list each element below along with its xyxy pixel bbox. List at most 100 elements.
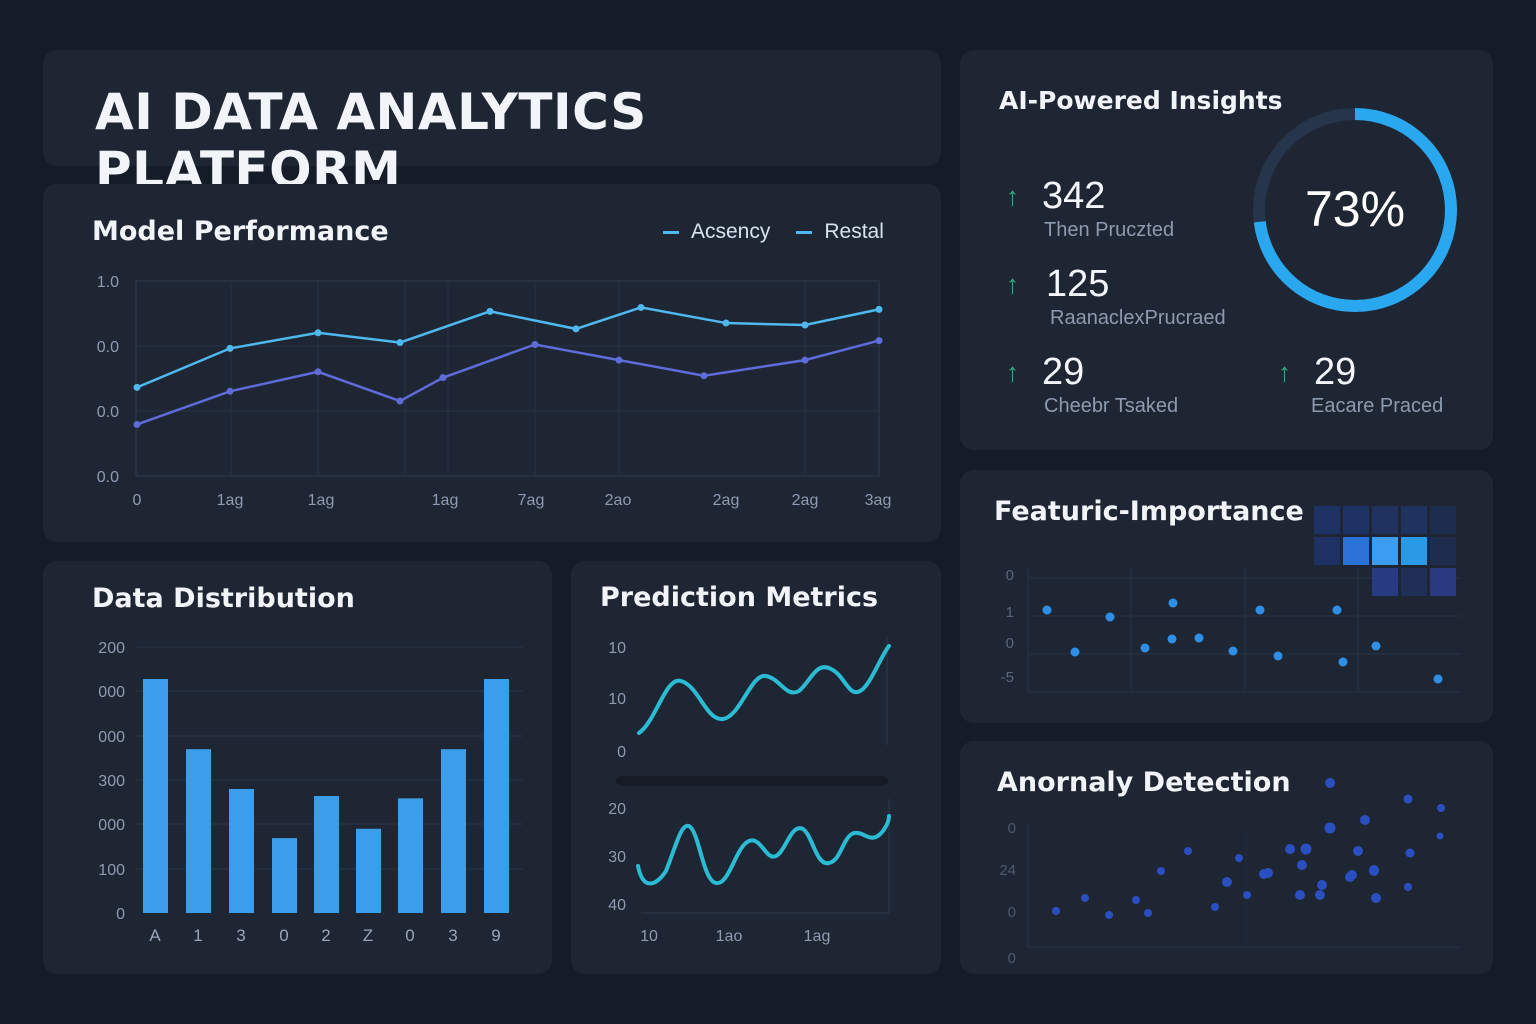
bar <box>356 828 381 913</box>
heatmap-cell <box>1314 506 1340 534</box>
scatter-point <box>1433 674 1443 684</box>
y-tick-label: 000 <box>98 729 125 746</box>
heatmap-cell <box>1401 568 1427 596</box>
anomaly-point <box>1132 896 1140 904</box>
heatmap-cell <box>1430 568 1456 596</box>
heatmap-cell <box>1401 537 1427 565</box>
series-point <box>875 337 883 345</box>
bar <box>229 788 254 913</box>
y-tick-label: 300 <box>98 773 125 790</box>
page-title: AI DATA ANALYTICS PLATFORM <box>95 83 647 199</box>
scatter-point <box>1105 612 1115 622</box>
y-tick-label: 0.0 <box>97 469 119 486</box>
up-arrow-icon: ↑ <box>1006 181 1019 211</box>
series-line-restal <box>136 339 880 426</box>
heatmap-cell <box>1372 537 1398 565</box>
series-point <box>396 397 404 405</box>
anomaly-point <box>1259 869 1269 879</box>
prediction-metrics-panel: Prediction Metrics 10 10 0 20 30 40 10 1ao 1ag <box>571 561 941 974</box>
scatter-point <box>1167 634 1177 644</box>
y-tick-label: 1 <box>1006 604 1014 621</box>
x-tick-label: 1ag <box>308 492 335 509</box>
insight-stat-value: 342 <box>1042 175 1106 217</box>
y-tick-label: 0 <box>1006 567 1014 584</box>
anomaly-point <box>1285 844 1295 854</box>
series-point <box>226 387 234 395</box>
series-line-acsency <box>136 306 880 389</box>
y-tick-label: 0.0 <box>97 404 119 421</box>
series-point <box>637 303 645 311</box>
feature-importance-chart: 0 1 0 -5 <box>1001 506 1460 693</box>
x-tick-label: 1ag <box>217 492 244 509</box>
bar <box>272 838 297 913</box>
anomaly-point <box>1325 778 1335 788</box>
model-performance-panel: Model Performance Acsency Restal 1.0 0.0 0… <box>43 184 941 542</box>
x-tick-label: 0 <box>133 492 142 509</box>
scatter-point <box>1168 598 1178 608</box>
anomaly-point <box>1360 815 1370 825</box>
insight-stat-value: 29 <box>1314 351 1357 393</box>
series-point <box>439 374 447 382</box>
y-tick-label: 100 <box>98 862 125 879</box>
scatter-point <box>1273 651 1283 661</box>
up-arrow-icon: ↑ <box>1006 269 1019 299</box>
x-tick-label: 1ag <box>432 492 459 509</box>
anomaly-point <box>1052 907 1060 915</box>
insight-stat-label: Then Pruczted <box>1044 219 1175 241</box>
anomaly-point <box>1405 848 1415 858</box>
anomaly-point <box>1184 847 1192 855</box>
anomaly-point <box>1404 883 1412 891</box>
y-tick-label: -5 <box>1001 669 1014 686</box>
scatter-point <box>1140 643 1150 653</box>
header-panel: AI DATA ANALYTICS PLATFORM <box>43 50 941 199</box>
series-point <box>875 305 883 313</box>
x-tick-label: 7ag <box>518 492 545 509</box>
anomaly-point <box>1324 822 1336 834</box>
series-point <box>133 383 141 391</box>
anomaly-point <box>1243 891 1251 899</box>
x-tick-label: 3 <box>448 926 457 945</box>
series-point <box>314 368 322 376</box>
series-point <box>801 356 809 364</box>
separator <box>616 776 888 786</box>
anomaly-point <box>1300 843 1312 855</box>
heatmap-cell <box>1372 568 1398 596</box>
anomaly-point <box>1315 890 1325 900</box>
scatter-point <box>1042 605 1052 615</box>
y-tick-label: 0 <box>617 744 626 761</box>
x-tick-label: 10 <box>640 928 658 945</box>
series-point <box>486 307 494 315</box>
anomaly-point <box>1403 794 1413 804</box>
y-tick-label: 24 <box>999 862 1016 879</box>
x-tick-label: Z <box>363 926 373 945</box>
bar <box>143 679 168 913</box>
x-tick-label: 1 <box>193 926 202 945</box>
y-tick-label: 0 <box>1008 950 1016 967</box>
series-point <box>700 372 708 380</box>
anomaly-point <box>1235 854 1243 862</box>
gauge-value: 73% <box>1304 181 1406 237</box>
x-tick-label: 3 <box>236 926 245 945</box>
heatmap-cell <box>1430 506 1456 534</box>
insight-stat-label: RaanaclexPrucraed <box>1050 307 1226 329</box>
series-point <box>722 319 730 327</box>
anomaly-point <box>1297 860 1307 870</box>
chart-frame <box>135 280 880 477</box>
y-tick-label: 0 <box>1008 904 1016 921</box>
anomaly-point <box>1105 911 1113 919</box>
wave-line-bottom <box>636 814 891 886</box>
data-distribution-chart: 200 000 000 300 000 100 0 A 1 3 0 2 Z 0 3 9 <box>98 640 523 945</box>
up-arrow-icon: ↑ <box>1006 357 1019 387</box>
anomaly-point <box>1317 880 1327 890</box>
bar <box>484 679 509 913</box>
scatter-point <box>1371 641 1381 651</box>
y-tick-label: 0 <box>1008 820 1016 837</box>
x-tick-label: 1ag <box>804 928 831 945</box>
y-tick-label: 1.0 <box>97 274 119 291</box>
up-arrow-icon: ↑ <box>1278 357 1291 387</box>
anomaly-point <box>1295 890 1305 900</box>
wave-line-top <box>637 644 891 735</box>
feature-importance-panel: Featuric-Importance 0 1 0 -5 <box>960 470 1493 723</box>
y-tick-label: 200 <box>98 640 125 657</box>
heatmap-cell <box>1372 506 1398 534</box>
